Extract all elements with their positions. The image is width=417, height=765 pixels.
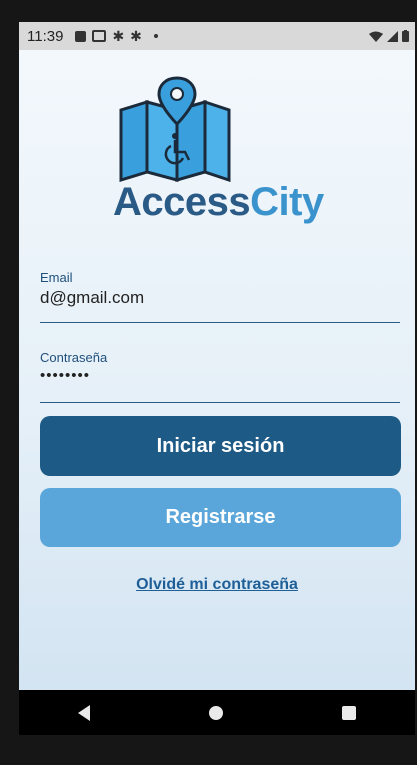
gear-icon: ✱ (112, 28, 125, 44)
status-right-icons (369, 30, 409, 42)
app-logo: AccessCity (103, 72, 333, 225)
password-underline (40, 402, 400, 403)
map-pin-wheelchair-icon (119, 76, 231, 182)
battery-icon (402, 30, 409, 42)
back-icon[interactable] (78, 704, 91, 721)
email-underline (40, 322, 400, 323)
navigation-bar (19, 690, 415, 735)
brand-name-part2: City (250, 180, 324, 224)
home-icon[interactable] (208, 705, 223, 720)
dot-icon (153, 34, 158, 38)
image-icon (92, 30, 107, 42)
register-button[interactable]: Registrarse (40, 488, 401, 547)
notification-box-icon (75, 30, 87, 42)
password-label: Contraseña (40, 350, 108, 365)
status-bar: 11:39 ✱ ✱ (19, 22, 415, 50)
brand-name-part1: Access (113, 180, 251, 224)
login-button[interactable]: Iniciar sesión (40, 416, 401, 476)
gear-icon: ✱ (130, 28, 142, 44)
signal-icon (387, 30, 398, 42)
status-time: 11:39 (27, 27, 64, 45)
phone-screen: 11:39 ✱ ✱ AccessCity Email d@gmail.com C… (19, 22, 415, 735)
password-field[interactable]: Contraseña •••••••• (40, 350, 400, 410)
email-input[interactable]: d@gmail.com (40, 288, 400, 308)
login-screen: AccessCity Email d@gmail.com Contraseña … (19, 50, 415, 690)
recent-apps-icon[interactable] (341, 705, 356, 720)
email-label: Email (40, 270, 73, 285)
brand-name: AccessCity (113, 180, 333, 225)
password-input[interactable]: •••••••• (40, 367, 400, 384)
email-field[interactable]: Email d@gmail.com (40, 270, 400, 330)
forgot-password-link[interactable]: Olvidé mi contraseña (19, 576, 415, 594)
status-icons: ✱ ✱ (75, 28, 158, 44)
wifi-icon (369, 31, 383, 42)
